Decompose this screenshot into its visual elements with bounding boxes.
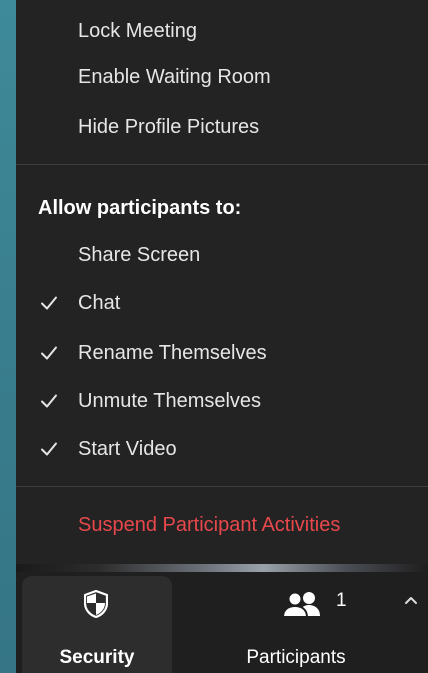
menu-item-label: Suspend Participant Activities [78, 514, 341, 536]
meeting-toolbar: Security 1 Participants [16, 572, 428, 673]
menu-item-label: Share Screen [78, 244, 201, 266]
participants-label: Participants [246, 647, 346, 668]
checkmark-icon [40, 284, 62, 322]
checkmark-icon [40, 334, 62, 372]
security-label: Security [59, 647, 135, 668]
shield-icon [83, 589, 109, 623]
menu-divider [16, 486, 428, 487]
checkmark-icon [40, 382, 62, 420]
menu-item-lock-meeting[interactable]: Lock Meeting [16, 12, 428, 50]
menu-item-enable-waiting-room[interactable]: Enable Waiting Room [16, 58, 428, 96]
participants-icon [280, 590, 324, 623]
security-menu: Lock Meeting Enable Waiting Room Hide Pr… [16, 0, 428, 568]
checkmark-icon [40, 430, 62, 468]
menu-item-label: Enable Waiting Room [78, 66, 271, 88]
menu-item-chat[interactable]: Chat [16, 284, 428, 322]
allow-participants-heading: Allow participants to: [38, 197, 242, 219]
menu-item-label: Lock Meeting [78, 20, 197, 42]
menu-item-share-screen[interactable]: Share Screen [16, 236, 428, 274]
menu-item-hide-profile-pictures[interactable]: Hide Profile Pictures [16, 108, 428, 146]
chevron-up-icon[interactable] [404, 592, 418, 610]
menu-item-label: Unmute Themselves [78, 390, 262, 412]
menu-item-label: Hide Profile Pictures [78, 116, 260, 138]
menu-item-suspend-participant-activities[interactable]: Suspend Participant Activities [16, 506, 428, 544]
menu-item-label: Rename Themselves [78, 342, 267, 364]
menu-item-label: Start Video [78, 438, 177, 460]
menu-item-start-video[interactable]: Start Video [16, 430, 428, 468]
menu-item-rename-themselves[interactable]: Rename Themselves [16, 334, 428, 372]
security-button[interactable]: Security [22, 576, 172, 673]
menu-item-unmute-themselves[interactable]: Unmute Themselves [16, 382, 428, 420]
menu-item-label: Chat [78, 292, 121, 314]
participant-count: 1 [336, 590, 347, 611]
menu-divider [16, 164, 428, 165]
participants-button[interactable]: 1 Participants [206, 576, 386, 673]
